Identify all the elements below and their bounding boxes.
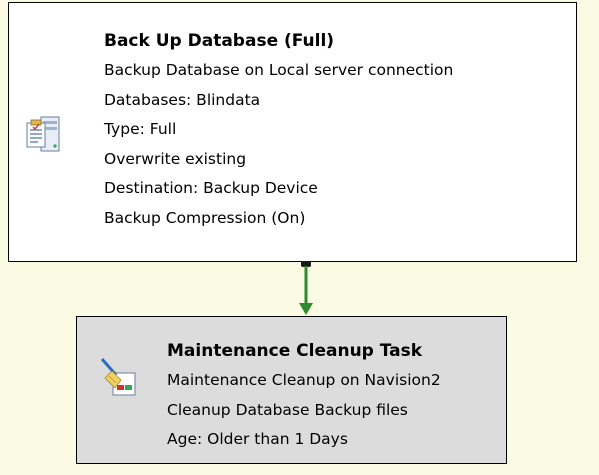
cleanup-task-details: Maintenance Cleanup Task Maintenance Cle… bbox=[167, 337, 441, 455]
backup-task-compression: Backup Compression (On) bbox=[104, 208, 306, 227]
backup-task-type: Type: Full bbox=[104, 120, 177, 138]
cleanup-task-age: Age: Older than 1 Days bbox=[167, 430, 348, 448]
cleanup-task-files: Cleanup Database Backup files bbox=[167, 400, 408, 419]
cleanup-task-title: Maintenance Cleanup Task bbox=[167, 341, 423, 361]
backup-task-databases: Databases: Blindata bbox=[104, 90, 261, 109]
backup-database-task[interactable]: Back Up Database (Full) Backup Database … bbox=[8, 2, 577, 262]
cleanup-broom-icon bbox=[99, 357, 139, 403]
backup-task-title: Back Up Database (Full) bbox=[104, 31, 335, 51]
backup-task-details: Back Up Database (Full) Backup Database … bbox=[104, 27, 453, 233]
backup-task-destination: Destination: Backup Device bbox=[104, 179, 318, 197]
maintenance-plan-designer: Back Up Database (Full) Backup Database … bbox=[0, 0, 599, 475]
backup-task-connection: Backup Database on Local server connecti… bbox=[104, 61, 454, 79]
maintenance-cleanup-task[interactable]: Maintenance Cleanup Task Maintenance Cle… bbox=[76, 316, 507, 464]
cleanup-task-target: Maintenance Cleanup on Navision2 bbox=[167, 371, 441, 389]
success-connector-arrow[interactable] bbox=[296, 261, 316, 321]
backup-task-overwrite: Overwrite existing bbox=[104, 149, 247, 168]
database-backup-icon bbox=[25, 113, 61, 159]
